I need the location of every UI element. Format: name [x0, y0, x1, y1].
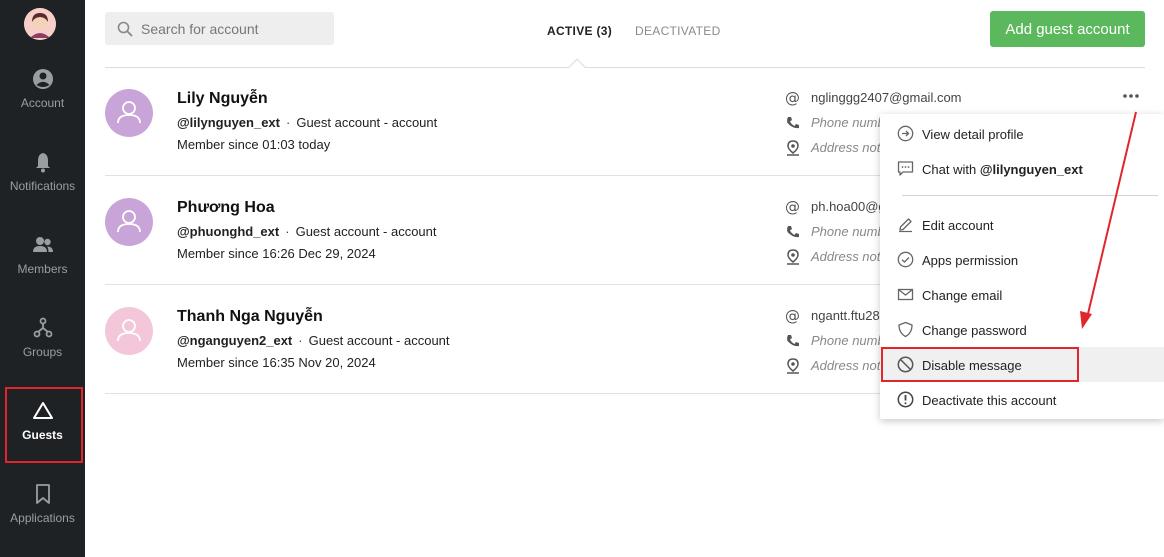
- more-options-icon[interactable]: [1118, 89, 1146, 103]
- address-value: Address not: [811, 140, 881, 155]
- search-icon: [117, 21, 133, 37]
- location-pin-icon: [787, 140, 799, 156]
- avatar: [105, 307, 153, 355]
- app-window: Account Notifications Members Groups Gue…: [0, 0, 1164, 557]
- phone-value: Phone numb: [811, 224, 885, 239]
- annotation-highlight-disable-message: [881, 347, 1079, 382]
- phone-value: Phone numb: [811, 115, 885, 130]
- menu-item-apps-permission[interactable]: Apps permission: [880, 242, 1164, 277]
- menu-item-chat[interactable]: Chat with @lilynguyen_ext: [880, 151, 1164, 186]
- shield-icon: [898, 321, 913, 338]
- sidebar-item-account[interactable]: Account: [0, 68, 85, 138]
- menu-divider: [902, 195, 1158, 196]
- account-name[interactable]: Lily Nguyễn: [177, 90, 268, 108]
- account-name[interactable]: Phương Hoa: [177, 199, 275, 217]
- sidebar-item-label: Applications: [10, 511, 75, 525]
- account-meta: @lilynguyen_ext · Guest account - account: [177, 115, 437, 130]
- member-since: Member since 16:26 Dec 29, 2024: [177, 246, 376, 261]
- account-handle: @phuonghd_ext: [177, 224, 280, 239]
- separator-dot: ·: [285, 224, 290, 239]
- sidebar-item-members[interactable]: Members: [0, 234, 85, 304]
- pencil-icon: [899, 218, 912, 233]
- tab-active[interactable]: ACTIVE (3): [547, 24, 612, 38]
- arrow-circle-icon: [897, 125, 914, 142]
- account-name[interactable]: Thanh Nga Nguyễn: [177, 308, 323, 326]
- sidebar: Account Notifications Members Groups Gue…: [0, 0, 85, 557]
- profile-picture-icon: [24, 8, 56, 40]
- sidebar-item-label: Groups: [22, 345, 63, 359]
- search-box: [105, 12, 334, 45]
- at-icon: @: [785, 308, 800, 324]
- chat-bubble-icon: [897, 161, 914, 176]
- svg-text:@: @: [785, 308, 800, 324]
- annotation-highlight-guests: [5, 387, 83, 463]
- menu-item-deactivate[interactable]: Deactivate this account: [880, 382, 1164, 417]
- search-input[interactable]: [141, 12, 326, 45]
- account-handle: @lilynguyen_ext: [177, 115, 280, 130]
- at-icon: @: [785, 90, 800, 106]
- chat-handle: @lilynguyen_ext: [979, 162, 1083, 177]
- account-type: Guest account - account: [308, 333, 450, 348]
- menu-item-label: View detail profile: [922, 127, 1024, 142]
- email-value: ngantt.ftu28: [811, 308, 880, 323]
- menu-item-label: Chat with @lilynguyen_ext: [922, 162, 1083, 177]
- envelope-icon: [897, 288, 914, 301]
- separator-dot: ·: [285, 115, 291, 130]
- phone-icon: [787, 226, 799, 238]
- avatar: [105, 198, 153, 246]
- alert-circle-icon: [897, 391, 914, 408]
- account-meta: @phuonghd_ext · Guest account - account: [177, 224, 437, 239]
- phone-icon: [787, 335, 799, 347]
- menu-item-view-profile[interactable]: View detail profile: [880, 116, 1164, 151]
- account-type: Guest account - account: [295, 224, 437, 239]
- phone-icon: [787, 117, 799, 129]
- default-avatar-icon: [117, 101, 141, 124]
- bell-icon: [35, 153, 50, 173]
- email-value: ph.hoa00@g: [811, 199, 886, 214]
- member-since: Member since 01:03 today: [177, 137, 331, 152]
- separator-dot: ·: [298, 333, 303, 348]
- check-circle-icon: [897, 251, 914, 268]
- sidebar-item-label: Account: [20, 96, 65, 110]
- sidebar-item-notifications[interactable]: Notifications: [0, 151, 85, 221]
- address-value: Address not: [811, 249, 881, 264]
- bookmark-icon: [35, 484, 50, 504]
- member-since: Member since 16:35 Nov 20, 2024: [177, 355, 376, 370]
- at-icon: @: [785, 199, 800, 215]
- email-value: nglinggg2407@gmail.com: [811, 90, 962, 105]
- phone-value: Phone numb: [811, 333, 885, 348]
- location-pin-icon: [787, 358, 799, 374]
- sidebar-item-label: Notifications: [9, 179, 76, 193]
- members-icon: [32, 237, 53, 252]
- sidebar-item-applications[interactable]: Applications: [0, 483, 85, 553]
- menu-item-label: Edit account: [922, 218, 994, 233]
- account-type: Guest account - account: [296, 115, 438, 130]
- user-circle-icon: [32, 69, 53, 89]
- menu-item-label: Apps permission: [922, 253, 1019, 268]
- menu-item-label: Change email: [922, 288, 1003, 303]
- location-pin-icon: [787, 249, 799, 265]
- groups-icon: [33, 317, 52, 338]
- tab-deactivated[interactable]: DEACTIVATED: [635, 24, 721, 38]
- menu-item-change-password[interactable]: Change password: [880, 312, 1164, 347]
- menu-item-change-email[interactable]: Change email: [880, 277, 1164, 312]
- default-avatar-icon: [117, 319, 141, 342]
- avatar: [105, 89, 153, 137]
- address-value: Address not: [811, 358, 881, 373]
- menu-item-label: Change password: [922, 323, 1027, 338]
- sidebar-item-label: Members: [17, 262, 68, 276]
- default-avatar-icon: [117, 210, 141, 233]
- account-meta: @nganguyen2_ext · Guest account - account: [177, 333, 450, 348]
- user-avatar[interactable]: [24, 8, 56, 40]
- menu-item-label: Deactivate this account: [922, 393, 1057, 408]
- chat-prefix: Chat with: [922, 162, 980, 177]
- menu-item-edit-account[interactable]: Edit account: [880, 207, 1164, 242]
- svg-text:@: @: [785, 90, 800, 106]
- svg-text:@: @: [785, 199, 800, 215]
- sidebar-item-groups[interactable]: Groups: [0, 317, 85, 387]
- account-handle: @nganguyen2_ext: [177, 333, 293, 348]
- add-guest-account-button[interactable]: Add guest account: [990, 11, 1145, 47]
